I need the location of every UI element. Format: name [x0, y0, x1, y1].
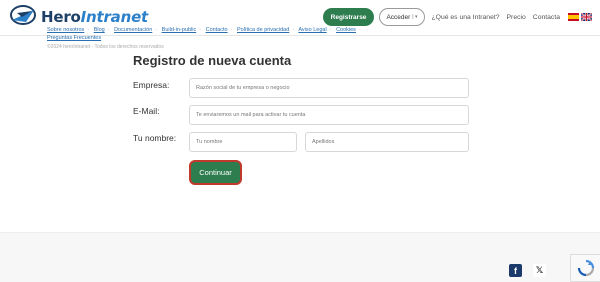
footer-link-docs[interactable]: Documentación — [114, 27, 152, 33]
hero-plane-icon — [8, 2, 38, 33]
footer-separator: · — [329, 27, 332, 33]
footer-separator: · — [155, 27, 158, 33]
footer-link-cookies[interactable]: Cookies — [336, 27, 356, 33]
footer-link-about[interactable]: Sobre nosotros — [47, 27, 84, 33]
footer-copyright: ©2024 heroIntranet - Todos los derechos … — [47, 44, 164, 50]
footer-separator: · — [358, 27, 361, 33]
logo-text: HeroIntranet — [41, 8, 148, 26]
footer-link-privacy[interactable]: Política de privacidad — [237, 27, 289, 33]
logo-text-intranet: Intranet — [80, 8, 149, 26]
page-title: Registro de nueva cuenta — [133, 53, 292, 68]
footer-link-faq[interactable]: Preguntas Frecuentes — [47, 35, 101, 41]
main-nav: Registrarse Acceder | ▾ ¿Qué es una Intr… — [322, 6, 592, 28]
footer-separator: · — [230, 27, 233, 33]
recaptcha-badge[interactable] — [570, 254, 600, 282]
nav-link-price[interactable]: Precio — [507, 14, 526, 21]
email-field[interactable]: Te enviaremos un mail para activar tu cu… — [189, 105, 469, 125]
nav-link-contact[interactable]: Contacta — [533, 14, 560, 21]
es-flag-icon[interactable] — [568, 13, 579, 21]
firstname-field[interactable]: Tu nombre — [189, 132, 297, 152]
email-label: E-Mail: — [133, 106, 160, 116]
uk-flag-icon[interactable] — [581, 13, 592, 21]
footer-link-legal[interactable]: Aviso Legal — [298, 27, 326, 33]
footer-separator: · — [292, 27, 295, 33]
footer-links: Sobre nosotros · Blog · Documentación · Bui… — [47, 26, 447, 42]
language-selector — [568, 13, 592, 21]
login-button[interactable]: Acceder | ▾ — [379, 8, 425, 26]
company-label: Empresa: — [133, 80, 170, 90]
footer-separator: · — [199, 27, 202, 33]
footer-separator: · — [87, 27, 90, 33]
footer-link-build-in-public[interactable]: Build-in-public — [162, 27, 197, 33]
logo-text-hero: Hero — [41, 8, 81, 26]
nav-link-what-is-intranet[interactable]: ¿Qué es una Intranet? — [432, 14, 500, 21]
continue-button[interactable]: Continuar — [189, 160, 242, 185]
footer-link-blog[interactable]: Blog — [94, 27, 105, 33]
chevron-down-icon: | ▾ — [412, 14, 418, 20]
login-label: Acceder — [386, 13, 411, 21]
name-label: Tu nombre: — [133, 133, 177, 143]
facebook-icon[interactable]: f — [509, 264, 522, 277]
footer-separator: · — [107, 27, 110, 33]
x-twitter-icon[interactable]: 𝕏 — [533, 264, 546, 277]
lastname-field[interactable]: Apellidos — [305, 132, 469, 152]
recaptcha-icon — [577, 259, 594, 277]
footer-link-contact[interactable]: Contacto — [206, 27, 228, 33]
company-field[interactable]: Razón social de tu empresa o negocio — [189, 78, 469, 98]
register-button[interactable]: Registrarse — [322, 8, 375, 26]
